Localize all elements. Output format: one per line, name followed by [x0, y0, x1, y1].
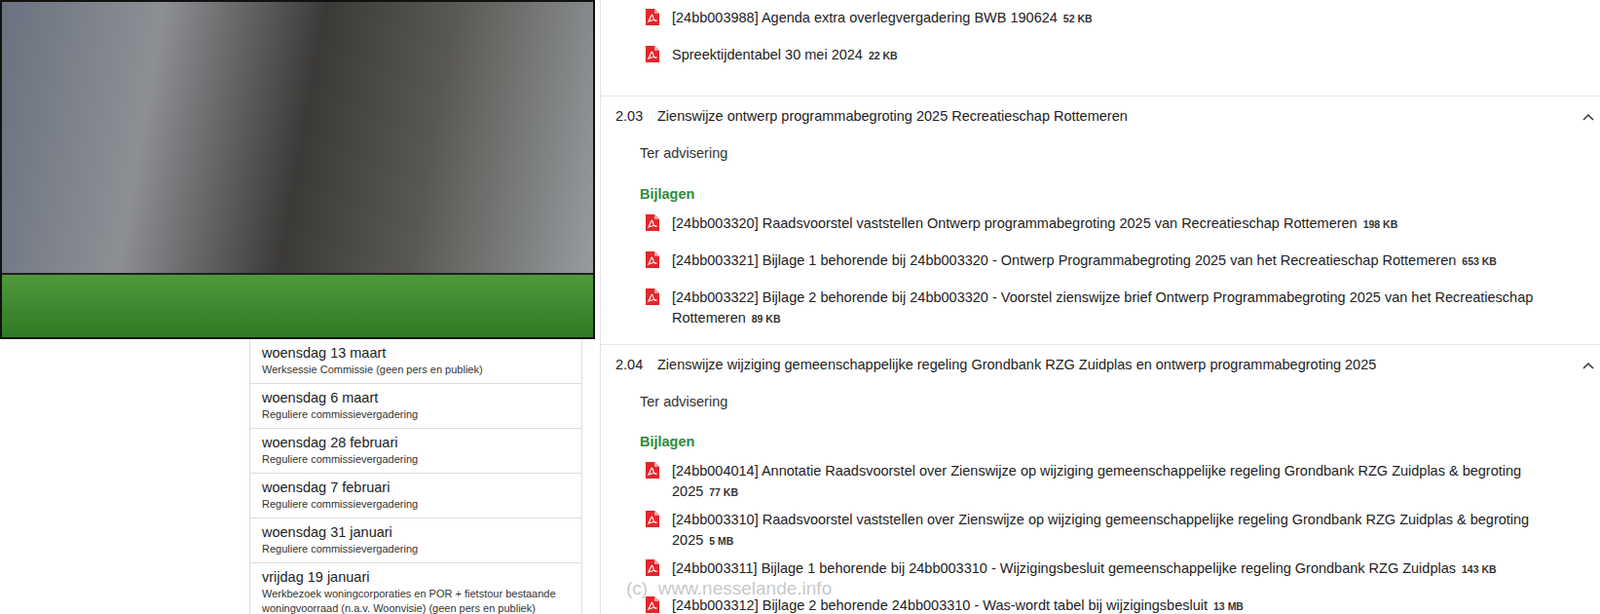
pdf-icon — [645, 214, 660, 231]
meeting-item[interactable]: woensdag 6 maartReguliere commissieverga… — [250, 383, 582, 429]
agenda-status: Ter advisering — [615, 391, 1600, 413]
meeting-item[interactable]: woensdag 13 maartWerksessie Commissie (g… — [250, 338, 582, 384]
agenda-item: 2.04Zienswijze wijziging gemeenschappeli… — [600, 343, 1600, 614]
attachment-title[interactable]: [24bb003320] Raadsvoorstel vaststellen O… — [671, 215, 1358, 231]
attachment-label: [24bb003988] Agenda extra overlegvergade… — [671, 7, 1093, 29]
video-player[interactable] — [0, 0, 596, 339]
attachment-label: [24bb003320] Raadsvoorstel vaststellen O… — [671, 213, 1398, 234]
file-size: 5 MB — [708, 534, 734, 547]
file-size: 22 KB — [868, 49, 898, 62]
meeting-item[interactable]: woensdag 28 februariReguliere commissiev… — [250, 428, 582, 474]
attachment-title[interactable]: Spreektijdentabel 30 mei 2024 — [671, 46, 863, 63]
attachment-title[interactable]: [24bb003310] Raadsvoorstel vaststellen o… — [671, 511, 1529, 548]
agenda-number: 2.03 — [615, 106, 658, 128]
attachment-title[interactable]: [24bb003321] Bijlage 1 behorende bij 24b… — [671, 252, 1456, 268]
attachment-link[interactable]: [24bb003321] Bijlage 1 behorende bij 24b… — [645, 242, 1581, 280]
attachment-label: [24bb004014] Annotatie Raadsvoorstel ove… — [671, 460, 1581, 502]
attachment-title[interactable]: [24bb004014] Annotatie Raadsvoorstel ove… — [671, 462, 1522, 499]
agenda-status: Ter advisering — [615, 143, 1600, 165]
file-size: 52 KB — [1063, 12, 1093, 25]
attachment-title[interactable]: [24bb003988] Agenda extra overlegvergade… — [671, 9, 1058, 26]
left-column: woensdag 13 maartWerksessie Commissie (g… — [0, 0, 600, 614]
attachment-label: [24bb003311] Bijlage 1 behorende bij 24b… — [671, 558, 1497, 579]
agenda-title: Zienswijze wijziging gemeenschappelijke … — [657, 354, 1583, 376]
agenda-item-header[interactable]: 2.03Zienswijze ontwerp programmabegrotin… — [615, 106, 1600, 128]
file-size: 77 KB — [708, 485, 739, 498]
pdf-icon — [645, 251, 660, 268]
meeting-list: woensdag 13 maartWerksessie Commissie (g… — [249, 338, 583, 614]
agenda-number: 2.04 — [615, 354, 658, 376]
pdf-icon — [645, 558, 660, 576]
pdf-icon — [645, 45, 660, 63]
attachment-link[interactable]: [24bb003988] Agenda extra overlegvergade… — [645, 0, 1581, 38]
file-size: 143 KB — [1461, 562, 1497, 575]
pdf-icon — [645, 510, 660, 527]
file-size: 13 MB — [1213, 599, 1244, 612]
meeting-date: woensdag 7 februari — [261, 478, 570, 497]
attachment-link[interactable]: [24bb003320] Raadsvoorstel vaststellen O… — [645, 205, 1581, 243]
attachment-link[interactable]: [24bb003312] Bijlage 2 behorende 24bb003… — [645, 587, 1581, 614]
attachments-heading: Bijlagen — [615, 431, 1600, 453]
attachment-label: [24bb003322] Bijlage 2 behorende bij 24b… — [671, 287, 1581, 329]
attachment-list: [24bb003320] Raadsvoorstel vaststellen O… — [615, 205, 1600, 329]
collapse-chevron-icon[interactable] — [1582, 112, 1595, 121]
attachment-link[interactable]: Spreektijdentabel 30 mei 2024 22 KB — [645, 37, 1581, 75]
attachment-label: [24bb003312] Bijlage 2 behorende 24bb003… — [671, 595, 1244, 614]
meeting-date: woensdag 31 januari — [261, 522, 570, 542]
attachments-heading: Bijlagen — [615, 184, 1600, 206]
file-size: 89 KB — [751, 312, 782, 325]
meeting-type: Reguliere commissievergadering — [261, 451, 570, 467]
meeting-type: Reguliere commissievergadering — [261, 496, 570, 512]
file-size: 198 KB — [1363, 218, 1399, 230]
meeting-type: Reguliere commissievergadering — [261, 407, 570, 422]
meeting-item[interactable]: vrijdag 19 januariWerkbezoek woningcorpo… — [250, 562, 582, 614]
meeting-item[interactable]: woensdag 7 februariReguliere commissieve… — [250, 473, 582, 519]
attachment-label: [24bb003321] Bijlage 1 behorende bij 24b… — [671, 250, 1497, 271]
agenda-title: Zienswijze ontwerp programmabegroting 20… — [657, 106, 1583, 128]
meeting-item[interactable]: woensdag 31 januariReguliere commissieve… — [250, 518, 582, 563]
attachment-link[interactable]: [24bb003310] Raadsvoorstel vaststellen o… — [645, 501, 1581, 551]
top-documents: [24bb003988] Agenda extra overlegvergade… — [615, 0, 1600, 96]
pdf-icon — [645, 8, 660, 26]
file-size: 653 KB — [1461, 255, 1497, 267]
attachment-label: Spreektijdentabel 30 mei 2024 22 KB — [671, 44, 898, 66]
meeting-date: woensdag 6 maart — [261, 388, 570, 408]
pdf-icon — [645, 288, 660, 305]
speaker-caption-band — [1, 274, 594, 337]
attachment-link[interactable]: [24bb003322] Bijlage 2 behorende bij 24b… — [645, 279, 1581, 329]
agenda-item: 2.03Zienswijze ontwerp programmabegrotin… — [600, 95, 1600, 344]
attachment-link[interactable]: [24bb004014] Annotatie Raadsvoorstel ove… — [645, 452, 1581, 502]
attachment-title[interactable]: [24bb003322] Bijlage 2 behorende bij 24b… — [671, 289, 1533, 326]
pdf-icon — [645, 595, 660, 613]
meeting-date: woensdag 13 maart — [261, 343, 570, 363]
meeting-date: woensdag 28 februari — [261, 433, 570, 452]
meeting-type: Werkbezoek woningcorporaties en POR + fi… — [261, 586, 570, 614]
meeting-type: Werksessie Commissie (geen pers en publi… — [261, 362, 570, 377]
meeting-date: vrijdag 19 januari — [261, 567, 570, 587]
attachment-list: [24bb004014] Annotatie Raadsvoorstel ove… — [615, 452, 1600, 614]
collapse-chevron-icon[interactable] — [1582, 361, 1595, 370]
attachment-title[interactable]: [24bb003312] Bijlage 2 behorende 24bb003… — [671, 596, 1208, 613]
attachment-link[interactable]: [24bb003311] Bijlage 1 behorende bij 24b… — [645, 550, 1581, 588]
attachment-title[interactable]: [24bb003311] Bijlage 1 behorende bij 24b… — [671, 559, 1456, 576]
pdf-icon — [645, 461, 660, 479]
page: woensdag 13 maartWerksessie Commissie (g… — [0, 0, 1600, 614]
agenda-item-header[interactable]: 2.04Zienswijze wijziging gemeenschappeli… — [615, 354, 1600, 376]
attachment-label: [24bb003310] Raadsvoorstel vaststellen o… — [671, 509, 1581, 551]
watermark: (c) www.nesselande.info — [626, 574, 832, 603]
agenda-panel: [24bb003988] Agenda extra overlegvergade… — [599, 0, 1600, 614]
meeting-type: Reguliere commissievergadering — [261, 541, 570, 557]
